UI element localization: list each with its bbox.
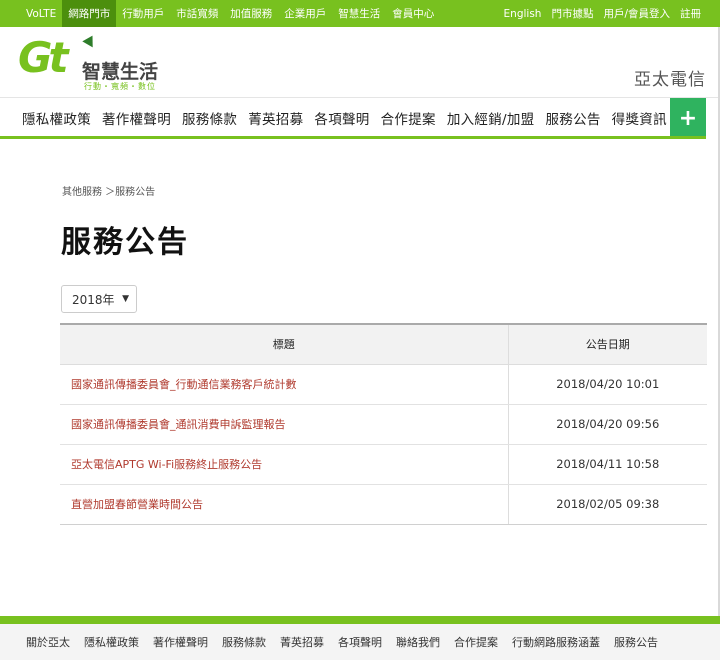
announcement-title-link[interactable]: 直營加盟春節營業時間公告 <box>60 484 509 525</box>
top-link-english[interactable]: English <box>499 0 547 27</box>
nav-item-dealer[interactable]: 加入經銷/加盟 <box>447 108 535 128</box>
top-link-login[interactable]: 用戶/會員登入 <box>598 0 675 27</box>
top-link-store-locations[interactable]: 門市據點 <box>546 0 598 27</box>
footer-link-copyright[interactable]: 著作權聲明 <box>153 634 208 650</box>
nav-item-copyright[interactable]: 著作權聲明 <box>102 108 171 128</box>
footer-link-terms[interactable]: 服務條款 <box>222 634 266 650</box>
page-title: 服務公告 <box>61 225 189 260</box>
nav-item-announcements[interactable]: 服務公告 <box>545 108 600 128</box>
footer-link-coverage[interactable]: 行動網路服務涵蓋 <box>512 634 600 650</box>
column-header-title: 標題 <box>60 324 509 365</box>
site-header: Gt 智慧生活 行動・寬頻・數位 亞太電信 <box>0 27 720 97</box>
announcement-title-link[interactable]: 國家通訊傳播委員會_行動通信業務客戶統計數 <box>60 364 509 405</box>
top-link-online-store[interactable]: 網路門市 <box>62 0 117 27</box>
top-link-volte[interactable]: VoLTE <box>20 0 62 27</box>
top-link-value-added[interactable]: 加值服務 <box>224 0 278 27</box>
expand-plus-icon[interactable]: + <box>670 98 706 138</box>
announcement-title-link[interactable]: 亞太電信APTG Wi-Fi服務終止服務公告 <box>60 444 509 485</box>
nav-item-awards[interactable]: 得獎資訊 <box>612 108 667 128</box>
footer-nav: 關於亞太 隱私權政策 著作權聲明 服務條款 菁英招募 各項聲明 聯絡我們 合作提… <box>0 624 720 660</box>
announcement-date: 2018/04/11 10:58 <box>508 444 707 485</box>
top-link-member-center[interactable]: 會員中心 <box>386 0 440 27</box>
main-nav: 隱私權政策 著作權聲明 服務條款 菁英招募 各項聲明 合作提案 加入經銷/加盟 … <box>0 97 720 138</box>
footer-link-privacy[interactable]: 隱私權政策 <box>84 634 139 650</box>
announcement-date: 2018/04/20 10:01 <box>508 364 707 405</box>
nav-item-proposals[interactable]: 合作提案 <box>381 108 436 128</box>
year-select-value: 2018年 <box>72 292 115 307</box>
nav-item-statements[interactable]: 各項聲明 <box>314 108 369 128</box>
nav-item-privacy[interactable]: 隱私權政策 <box>22 108 91 128</box>
top-bar: VoLTE 網路門市 行動用戶 市話寬頻 加值服務 企業用戶 智慧生活 會員中心… <box>0 0 720 27</box>
top-link-mobile-users[interactable]: 行動用戶 <box>116 0 170 27</box>
table-header-row: 標題 公告日期 <box>60 324 707 365</box>
top-link-smart-life[interactable]: 智慧生活 <box>332 0 386 27</box>
table-row: 直營加盟春節營業時間公告 2018/02/05 09:38 <box>60 484 707 525</box>
top-bar-right: English 門市據點 用戶/會員登入 註冊 <box>499 0 706 27</box>
footer-link-contact[interactable]: 聯絡我們 <box>396 634 440 650</box>
announcement-date: 2018/04/20 09:56 <box>508 404 707 445</box>
main-nav-items: 隱私權政策 著作權聲明 服務條款 菁英招募 各項聲明 合作提案 加入經銷/加盟 … <box>0 108 678 128</box>
table-row: 國家通訊傳播委員會_通訊消費申訴監理報告 2018/04/20 09:56 <box>60 404 707 445</box>
logo-subtitle: 行動・寬頻・數位 <box>84 82 156 91</box>
footer-green-bar <box>0 616 720 624</box>
logo-tick-icon <box>82 32 98 48</box>
footer-link-statements[interactable]: 各項聲明 <box>338 634 382 650</box>
nav-item-terms[interactable]: 服務條款 <box>182 108 237 128</box>
footer-link-about[interactable]: 關於亞太 <box>26 634 70 650</box>
logo-slogan: 智慧生活 <box>82 61 159 83</box>
nav-underline <box>0 136 706 139</box>
top-link-register[interactable]: 註冊 <box>675 0 706 27</box>
column-header-date: 公告日期 <box>508 324 707 365</box>
chevron-down-icon: ▼ <box>122 294 129 304</box>
top-link-landline-broadband[interactable]: 市話寬頻 <box>170 0 224 27</box>
footer-link-proposals[interactable]: 合作提案 <box>454 634 498 650</box>
breadcrumb[interactable]: 其他服務 ＞服務公告 <box>62 183 155 198</box>
nav-item-careers[interactable]: 菁英招募 <box>248 108 303 128</box>
year-select[interactable]: 2018年 ▼ <box>61 285 137 313</box>
brand-name: 亞太電信 <box>634 70 706 90</box>
top-link-enterprise[interactable]: 企業用戶 <box>278 0 332 27</box>
top-bar-left: VoLTE 網路門市 行動用戶 市話寬頻 加值服務 企業用戶 智慧生活 會員中心 <box>20 0 440 27</box>
announcement-date: 2018/02/05 09:38 <box>508 484 707 525</box>
footer-link-announcements[interactable]: 服務公告 <box>614 634 658 650</box>
logo-mark: Gt <box>18 33 69 82</box>
table-row: 國家通訊傳播委員會_行動通信業務客戶統計數 2018/04/20 10:01 <box>60 364 707 405</box>
footer-link-careers[interactable]: 菁英招募 <box>280 634 324 650</box>
table-row: 亞太電信APTG Wi-Fi服務終止服務公告 2018/04/11 10:58 <box>60 444 707 485</box>
announcement-title-link[interactable]: 國家通訊傳播委員會_通訊消費申訴監理報告 <box>60 404 509 445</box>
gt-logo[interactable]: Gt 智慧生活 行動・寬頻・數位 <box>18 32 168 95</box>
announcement-table: 標題 公告日期 國家通訊傳播委員會_行動通信業務客戶統計數 2018/04/20… <box>60 323 707 525</box>
